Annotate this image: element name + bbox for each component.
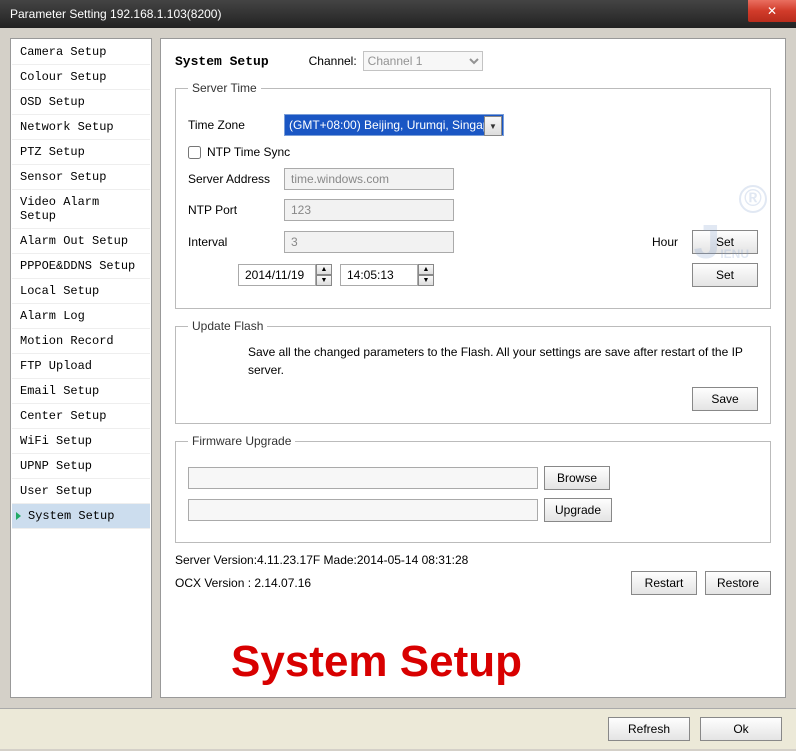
sidebar-item-alarm-log[interactable]: Alarm Log <box>12 304 150 329</box>
sidebar-item-pppoe-ddns-setup[interactable]: PPPOE&DDNS Setup <box>12 254 150 279</box>
datetime-set-button[interactable]: Set <box>692 263 758 287</box>
ntp-port-label: NTP Port <box>188 203 276 217</box>
timezone-select[interactable]: (GMT+08:00) Beijing, Urumqi, Singapore <box>284 114 504 136</box>
restart-button[interactable]: Restart <box>631 571 697 595</box>
sidebar: Camera SetupColour SetupOSD SetupNetwork… <box>10 38 152 698</box>
server-version-text: Server Version:4.11.23.17F Made:2014-05-… <box>175 553 771 567</box>
sidebar-item-center-setup[interactable]: Center Setup <box>12 404 150 429</box>
sidebar-item-motion-record[interactable]: Motion Record <box>12 329 150 354</box>
ntp-sync-checkbox[interactable] <box>188 146 201 159</box>
sidebar-item-video-alarm-setup[interactable]: Video Alarm Setup <box>12 190 150 229</box>
update-flash-text: Save all the changed parameters to the F… <box>188 343 758 379</box>
timezone-label: Time Zone <box>188 118 276 132</box>
date-down-icon[interactable]: ▼ <box>316 275 332 286</box>
interval-label: Interval <box>188 235 276 249</box>
firmware-upgrade-group: Firmware Upgrade Browse Upgrade <box>175 434 771 543</box>
sidebar-item-alarm-out-setup[interactable]: Alarm Out Setup <box>12 229 150 254</box>
update-flash-legend: Update Flash <box>188 319 267 333</box>
save-button[interactable]: Save <box>692 387 758 411</box>
interval-set-button[interactable]: Set <box>692 230 758 254</box>
sidebar-item-upnp-setup[interactable]: UPNP Setup <box>12 454 150 479</box>
interval-unit: Hour <box>462 235 684 249</box>
server-address-input[interactable] <box>284 168 454 190</box>
time-input[interactable] <box>340 264 418 286</box>
sidebar-item-local-setup[interactable]: Local Setup <box>12 279 150 304</box>
update-flash-group: Update Flash Save all the changed parame… <box>175 319 771 424</box>
interval-input[interactable] <box>284 231 454 253</box>
sidebar-item-email-setup[interactable]: Email Setup <box>12 379 150 404</box>
ntp-port-input[interactable] <box>284 199 454 221</box>
server-time-legend: Server Time <box>188 81 261 95</box>
server-address-label: Server Address <box>188 172 276 186</box>
date-up-icon[interactable]: ▲ <box>316 264 332 275</box>
sidebar-item-ptz-setup[interactable]: PTZ Setup <box>12 140 150 165</box>
firmware-progress-input <box>188 499 538 521</box>
sidebar-item-network-setup[interactable]: Network Setup <box>12 115 150 140</box>
sidebar-item-system-setup[interactable]: System Setup <box>12 504 150 529</box>
sidebar-item-osd-setup[interactable]: OSD Setup <box>12 90 150 115</box>
window-title: Parameter Setting 192.168.1.103(8200) <box>10 7 221 21</box>
footer-bar: Refresh Ok <box>0 708 796 749</box>
page-title: System Setup <box>175 54 269 69</box>
firmware-path-input[interactable] <box>188 467 538 489</box>
refresh-button[interactable]: Refresh <box>608 717 690 741</box>
sidebar-item-colour-setup[interactable]: Colour Setup <box>12 65 150 90</box>
sidebar-item-ftp-upload[interactable]: FTP Upload <box>12 354 150 379</box>
sidebar-item-sensor-setup[interactable]: Sensor Setup <box>12 165 150 190</box>
time-up-icon[interactable]: ▲ <box>418 264 434 275</box>
overlay-title: System Setup <box>231 637 522 687</box>
upgrade-button[interactable]: Upgrade <box>544 498 612 522</box>
sidebar-item-wifi-setup[interactable]: WiFi Setup <box>12 429 150 454</box>
date-input[interactable] <box>238 264 316 286</box>
time-down-icon[interactable]: ▼ <box>418 275 434 286</box>
sidebar-item-camera-setup[interactable]: Camera Setup <box>12 40 150 65</box>
server-time-group: Server Time Time Zone (GMT+08:00) Beijin… <box>175 81 771 309</box>
main-panel: JIENU® System Setup Channel: Channel 1 S… <box>160 38 786 698</box>
restore-button[interactable]: Restore <box>705 571 771 595</box>
browse-button[interactable]: Browse <box>544 466 610 490</box>
channel-label: Channel: <box>309 54 357 68</box>
time-spinner[interactable]: ▲▼ <box>340 264 434 286</box>
close-button[interactable]: ✕ <box>748 0 796 22</box>
title-bar: Parameter Setting 192.168.1.103(8200) ✕ <box>0 0 796 28</box>
ocx-version-text: OCX Version : 2.14.07.16 <box>175 576 631 590</box>
ok-button[interactable]: Ok <box>700 717 782 741</box>
ntp-sync-label: NTP Time Sync <box>207 145 290 159</box>
firmware-legend: Firmware Upgrade <box>188 434 295 448</box>
channel-select[interactable]: Channel 1 <box>363 51 483 71</box>
close-icon: ✕ <box>767 4 777 18</box>
date-spinner[interactable]: ▲▼ <box>238 264 332 286</box>
sidebar-item-user-setup[interactable]: User Setup <box>12 479 150 504</box>
